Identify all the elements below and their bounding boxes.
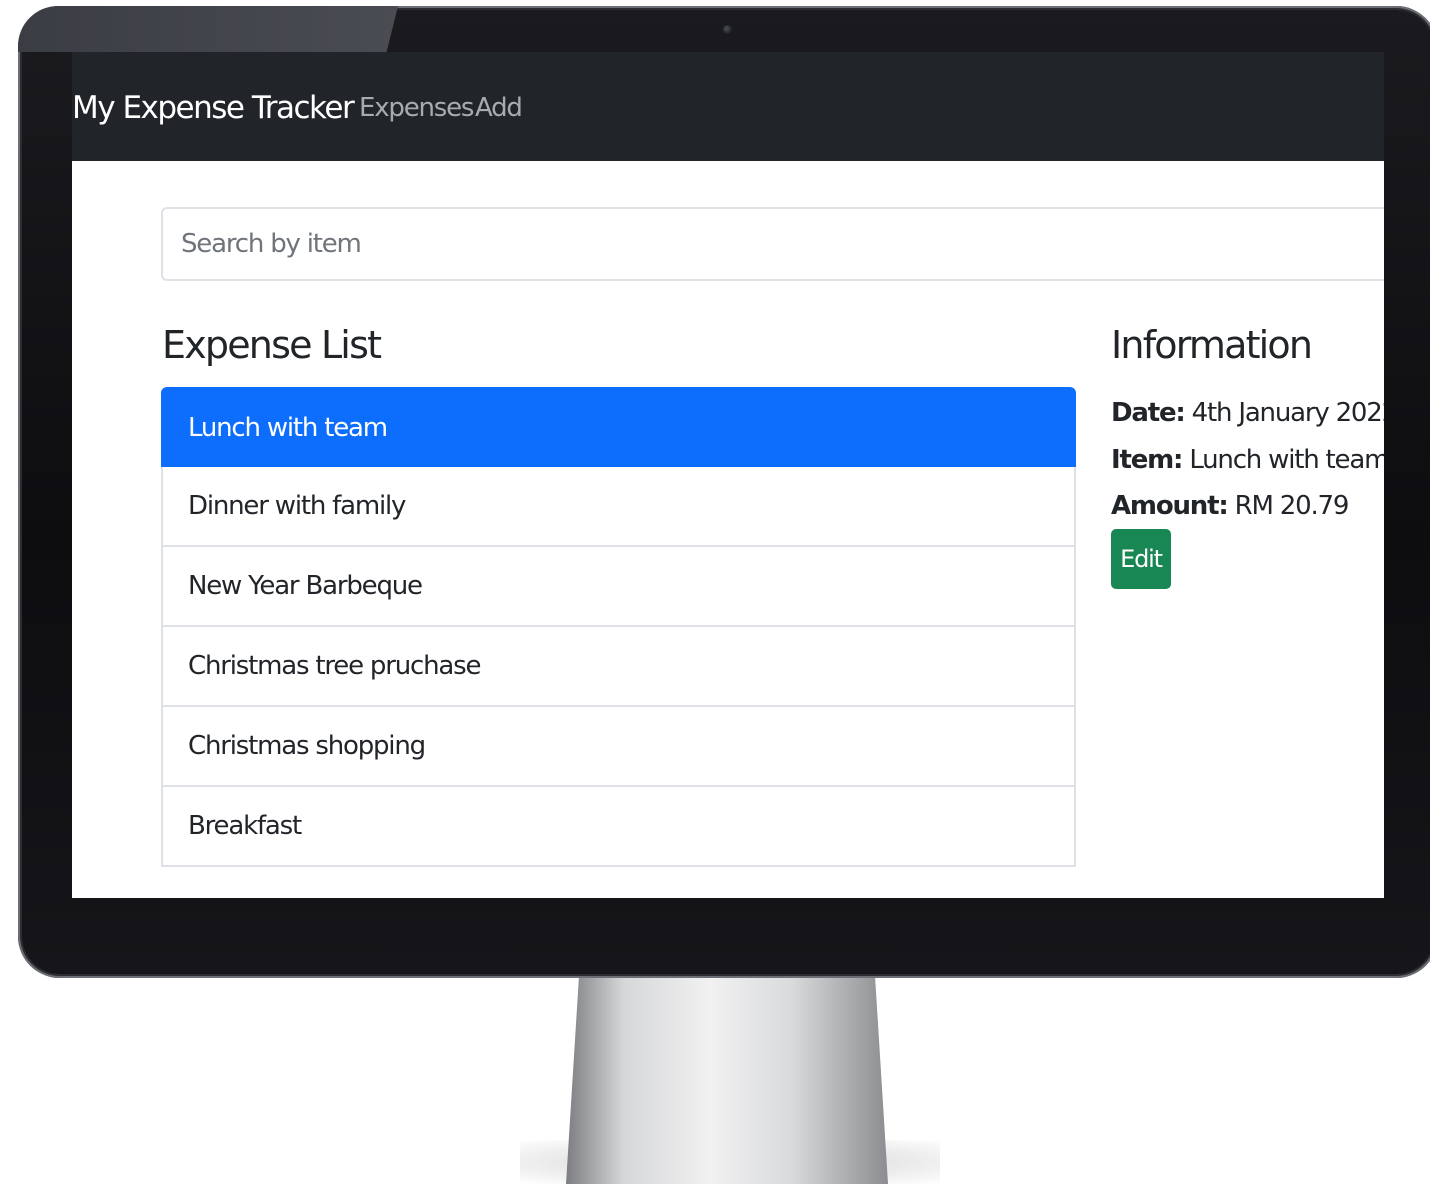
info-date-row: Date: 4th January 2022 xyxy=(1111,395,1384,431)
info-amount-label: Amount: xyxy=(1111,491,1229,521)
bezel-glare xyxy=(18,6,398,52)
info-item-label: Item: xyxy=(1111,445,1183,475)
monitor-stand xyxy=(566,978,888,1184)
info-date-label: Date: xyxy=(1111,398,1186,428)
information-heading: Information xyxy=(1111,323,1313,367)
list-item-new-year-barbeque[interactable]: New Year Barbeque xyxy=(161,547,1076,627)
expense-list-heading: Expense List xyxy=(162,323,382,367)
info-amount-value: RM 20.79 xyxy=(1234,491,1350,521)
list-item-breakfast[interactable]: Breakfast xyxy=(161,787,1076,867)
info-date-value: 4th January 2022 xyxy=(1191,398,1384,428)
search-input[interactable] xyxy=(161,207,1384,281)
info-amount-row: Amount: RM 20.79 xyxy=(1111,488,1350,524)
edit-button[interactable]: Edit xyxy=(1111,529,1171,589)
app-screen: My Expense Tracker Expenses Add Expense … xyxy=(72,52,1384,898)
info-item-value: Lunch with team xyxy=(1189,445,1384,475)
top-navbar: My Expense Tracker Expenses Add xyxy=(72,52,1384,161)
expense-list: Lunch with team Dinner with family New Y… xyxy=(161,387,1076,867)
nav-link-expenses[interactable]: Expenses xyxy=(359,90,474,126)
brand-title[interactable]: My Expense Tracker xyxy=(72,88,355,128)
nav-link-add[interactable]: Add xyxy=(475,90,523,126)
list-item-dinner-with-family[interactable]: Dinner with family xyxy=(161,467,1076,547)
info-item-row: Item: Lunch with team xyxy=(1111,442,1384,478)
list-item-christmas-shopping[interactable]: Christmas shopping xyxy=(161,707,1076,787)
list-item-lunch-with-team[interactable]: Lunch with team xyxy=(161,387,1076,467)
list-item-christmas-tree-purchase[interactable]: Christmas tree pruchase xyxy=(161,627,1076,707)
camera-icon xyxy=(723,25,732,34)
